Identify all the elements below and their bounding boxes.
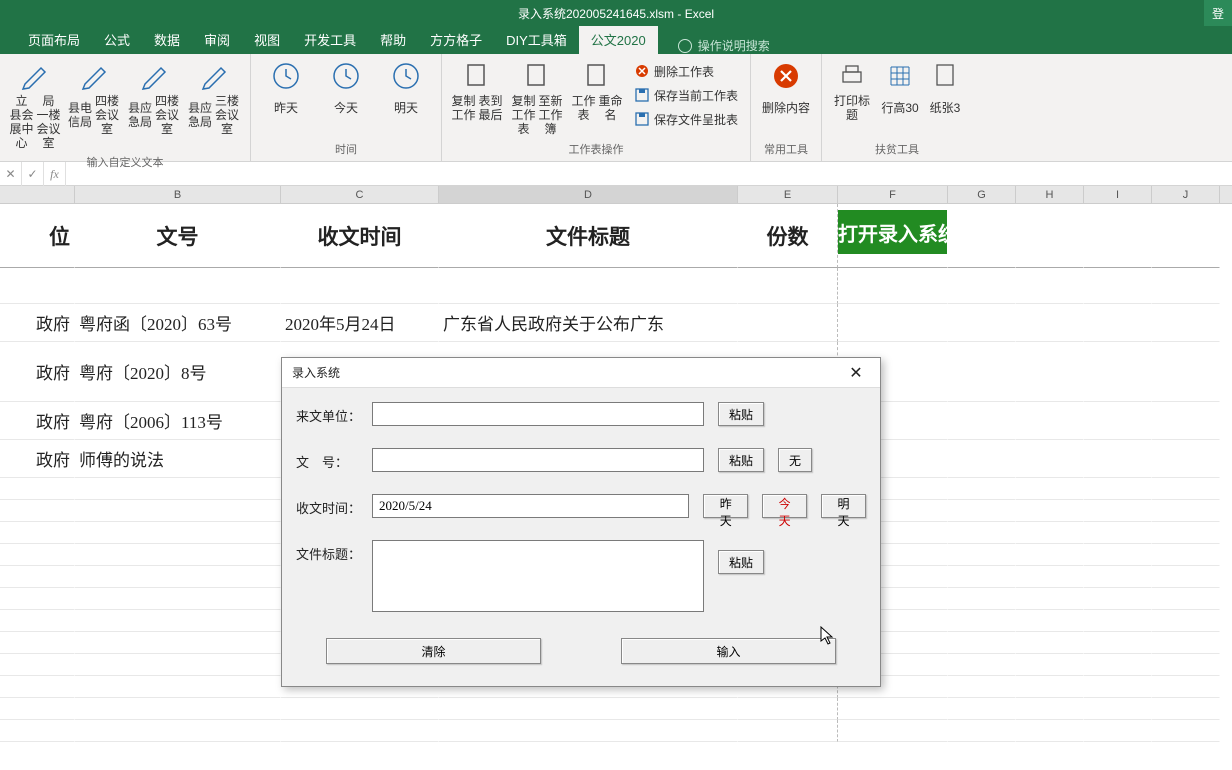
btn-copy-to-last[interactable]: 复制工作表到最后 [448, 58, 506, 124]
dialog-title: 录入系统 [292, 364, 340, 381]
table-row: 政府 粤府函〔2020〕63号 2020年5月24日 广东省人民政府关于公布广东 [0, 304, 1232, 342]
label-topic: 文件标题： [296, 540, 358, 563]
ribbon-body: 立 县会展中心局 一楼会议室 县电信局四楼会议室 县应急局四楼会议室 县应急局三… [0, 54, 1232, 162]
btn-rowheight30[interactable]: 行高30 [878, 58, 922, 124]
cancel-icon[interactable]: ✕ [0, 162, 22, 186]
sheet-icon [581, 60, 613, 92]
pencil-icon [19, 60, 51, 92]
btn-yesterday[interactable]: 昨天 [257, 58, 315, 124]
ribbon-group-sheet-ops: 复制工作表到最后 复制工作表至新工作簿 工作表重命名 删除工作表 保存当前工作表… [442, 54, 751, 161]
label-no: 文 号： [296, 448, 358, 471]
btn-save-file-chengpi[interactable]: 保存文件呈批表 [632, 108, 740, 130]
btn-venue-2[interactable]: 县电信局四楼会议室 [66, 58, 124, 138]
clock-icon [270, 60, 302, 92]
fx-icon[interactable]: fx [44, 162, 66, 186]
tab-gongwen2020[interactable]: 公文2020 [579, 26, 658, 54]
app-title: 录入系统202005241645.xlsm - Excel [518, 5, 714, 22]
label-date: 收文时间： [296, 494, 358, 517]
input-unit[interactable] [372, 402, 704, 426]
tab-diy[interactable]: DIY工具箱 [494, 26, 579, 54]
btn-delete-sheet[interactable]: 删除工作表 [632, 60, 740, 82]
formula-bar: ✕ ✓ fx [0, 162, 1232, 186]
tab-ffgz[interactable]: 方方格子 [418, 26, 494, 54]
ribbon-tabs: 页面布局 公式 数据 审阅 视图 开发工具 帮助 方方格子 DIY工具箱 公文2… [0, 26, 1232, 54]
ribbon-group-time: 昨天 今天 明天 时间 [251, 54, 442, 161]
btn-today[interactable]: 今天 [317, 58, 375, 124]
tab-developer[interactable]: 开发工具 [292, 26, 368, 54]
mouse-cursor-icon [820, 626, 834, 646]
paste-button-1[interactable]: 粘贴 [718, 402, 764, 426]
submit-button[interactable]: 输入 [621, 638, 836, 664]
pencil-icon [139, 60, 171, 92]
btn-save-current-sheet[interactable]: 保存当前工作表 [632, 84, 740, 106]
today-button[interactable]: 今天 [762, 494, 807, 518]
grid-icon [884, 60, 916, 92]
ribbon-group-custom-text: 立 县会展中心局 一楼会议室 县电信局四楼会议室 县应急局四楼会议室 县应急局三… [0, 54, 251, 161]
tab-review[interactable]: 审阅 [192, 26, 242, 54]
ribbon-group-common: 删除内容 常用工具 [751, 54, 822, 161]
none-button[interactable]: 无 [778, 448, 812, 472]
login-button[interactable]: 登 [1204, 0, 1232, 26]
btn-copy-to-newbook[interactable]: 复制工作表至新工作簿 [508, 58, 566, 138]
save-icon [634, 87, 650, 103]
pencil-icon [79, 60, 111, 92]
pencil-icon [199, 60, 231, 92]
clear-button[interactable]: 清除 [326, 638, 541, 664]
bulb-icon [678, 39, 692, 53]
btn-print-title[interactable]: 打印标题 [828, 58, 876, 124]
table-header: 位 文号 收文时间 文件标题 份数 打开录入系统 [0, 204, 1232, 268]
dialog-titlebar[interactable]: 录入系统 ✕ [282, 358, 880, 388]
btn-rename-sheet[interactable]: 工作表重命名 [568, 58, 626, 124]
open-entry-system-button[interactable]: 打开录入系统 [838, 210, 948, 254]
clock-icon [390, 60, 422, 92]
page-icon [929, 60, 961, 92]
save-icon [634, 111, 650, 127]
close-icon[interactable]: ✕ [836, 359, 876, 387]
tab-view[interactable]: 视图 [242, 26, 292, 54]
x-circle-icon [770, 60, 802, 92]
entry-dialog: 录入系统 ✕ 来文单位： 粘贴 文 号： 粘贴 无 收文时间： 昨天 今天 明天… [281, 357, 881, 687]
yesterday-button[interactable]: 昨天 [703, 494, 748, 518]
input-no[interactable] [372, 448, 704, 472]
tab-data[interactable]: 数据 [142, 26, 192, 54]
column-headers[interactable]: B C D E F G H I J [0, 186, 1232, 204]
btn-venue-1[interactable]: 立 县会展中心局 一楼会议室 [6, 58, 64, 152]
paste-button-2[interactable]: 粘贴 [718, 448, 764, 472]
label-unit: 来文单位： [296, 402, 358, 425]
ribbon-group-fupin: 打印标题 行高30 纸张3 扶贫工具 [822, 54, 972, 161]
btn-paper3[interactable]: 纸张3 [924, 58, 966, 124]
check-icon[interactable]: ✓ [22, 162, 44, 186]
title-bar: 录入系统202005241645.xlsm - Excel 登 [0, 0, 1232, 26]
tell-me-search[interactable]: 操作说明搜索 [678, 37, 770, 54]
tab-pagelayout[interactable]: 页面布局 [16, 26, 92, 54]
clock-icon [330, 60, 362, 92]
group-label: 输入自定义文本 [87, 152, 164, 174]
btn-delete-content[interactable]: 删除内容 [757, 58, 815, 124]
input-topic[interactable] [372, 540, 704, 612]
sheet-icon [461, 60, 493, 92]
x-circle-icon [634, 63, 650, 79]
paste-button-3[interactable]: 粘贴 [718, 550, 764, 574]
btn-venue-3[interactable]: 县应急局四楼会议室 [126, 58, 184, 138]
printer-icon [836, 60, 868, 92]
btn-venue-4[interactable]: 县应急局三楼会议室 [186, 58, 244, 138]
sheet-icon [521, 60, 553, 92]
tomorrow-button[interactable]: 明天 [821, 494, 866, 518]
tab-help[interactable]: 帮助 [368, 26, 418, 54]
input-date[interactable] [372, 494, 689, 518]
tab-formula[interactable]: 公式 [92, 26, 142, 54]
btn-tomorrow[interactable]: 明天 [377, 58, 435, 124]
